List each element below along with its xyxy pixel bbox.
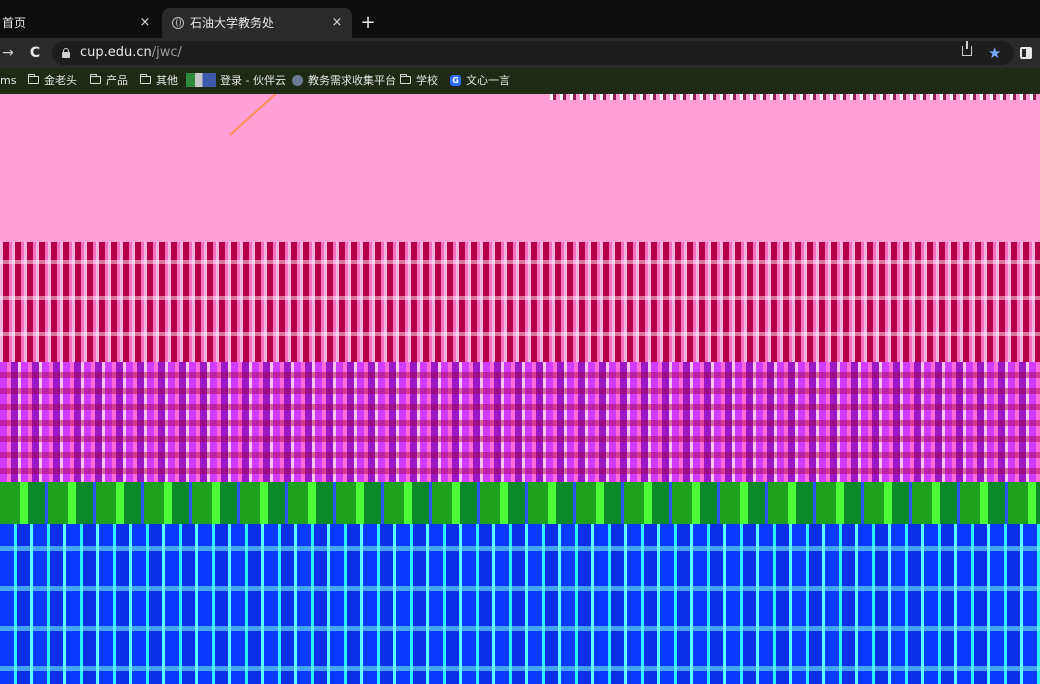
folder-icon xyxy=(28,74,39,84)
tab-close-icon[interactable]: × xyxy=(330,8,344,38)
bookmark-label: 文心一言 xyxy=(466,74,510,87)
tab-title: 首页 xyxy=(2,16,27,30)
bookmark-folder-other[interactable]: 其他 xyxy=(140,68,178,94)
bookmark-huobanyun-login[interactable]: 登录 - 伙伴云 xyxy=(186,68,286,94)
news-lines xyxy=(0,242,1040,362)
url-path: /jwc/ xyxy=(151,45,182,60)
bookmark-wenxin[interactable]: G 文心一言 xyxy=(450,68,510,94)
bookmark-label: 其他 xyxy=(156,74,178,87)
bookmark-label: 金老头 xyxy=(44,74,77,87)
bookmark-folder-school[interactable]: 学校 xyxy=(400,68,438,94)
footer-lines xyxy=(0,524,1040,684)
thumbnail-icon xyxy=(186,73,216,87)
forward-icon[interactable]: → xyxy=(0,38,16,68)
bookmark-apps[interactable]: ms xyxy=(0,68,16,94)
page-content xyxy=(0,94,1040,684)
tab-title: 石油大学教务处 xyxy=(190,16,275,30)
folder-icon xyxy=(400,74,411,84)
folder-icon xyxy=(90,74,101,84)
bookmark-label: ms xyxy=(0,74,17,87)
url-text[interactable]: cup.edu.cn/jwc/ xyxy=(80,41,182,65)
bookmark-folder-products[interactable]: 产品 xyxy=(90,68,128,94)
globe-icon xyxy=(172,17,184,29)
globe-icon xyxy=(292,74,303,86)
links-band xyxy=(0,482,1040,524)
bookmark-label: 登录 - 伙伴云 xyxy=(220,74,286,87)
reload-icon[interactable]: C xyxy=(26,38,44,68)
share-icon[interactable] xyxy=(962,41,972,56)
tab-jwc[interactable]: 石油大学教务处 × xyxy=(162,8,352,38)
hero-banner xyxy=(0,94,1040,242)
bookmark-label: 产品 xyxy=(106,74,128,87)
new-tab-button[interactable]: + xyxy=(358,8,378,38)
bookmarks-bar: ms 金老头 产品 其他 登录 - 伙伴云 教务需求收集平台 学校 G 文心一言 xyxy=(0,68,1040,94)
tab-home[interactable]: 首页 × xyxy=(0,8,160,38)
bookmark-requirements-platform[interactable]: 教务需求收集平台 xyxy=(292,68,396,94)
bookmark-label: 学校 xyxy=(416,74,438,87)
browser-window: 首页 × 石油大学教务处 × + → C cup.edu.cn/jwc/ ★ m… xyxy=(0,0,1040,684)
bookmark-star-icon[interactable]: ★ xyxy=(988,38,1001,68)
folder-icon xyxy=(140,74,151,84)
bookmark-folder-jinlaotou[interactable]: 金老头 xyxy=(28,68,77,94)
wenxin-icon: G xyxy=(450,74,461,86)
lock-icon[interactable] xyxy=(62,48,70,58)
bookmark-label: 教务需求收集平台 xyxy=(308,74,396,87)
tab-close-icon[interactable]: × xyxy=(138,8,152,38)
banner-strip xyxy=(550,94,1040,100)
notice-lines xyxy=(0,362,1040,482)
toolbar: → C cup.edu.cn/jwc/ ★ xyxy=(0,38,1040,68)
address-bar[interactable]: cup.edu.cn/jwc/ xyxy=(52,41,1014,65)
side-panel-icon[interactable] xyxy=(1020,47,1032,59)
url-host: cup.edu.cn xyxy=(80,45,152,60)
tab-strip: 首页 × 石油大学教务处 × + xyxy=(0,0,1040,40)
